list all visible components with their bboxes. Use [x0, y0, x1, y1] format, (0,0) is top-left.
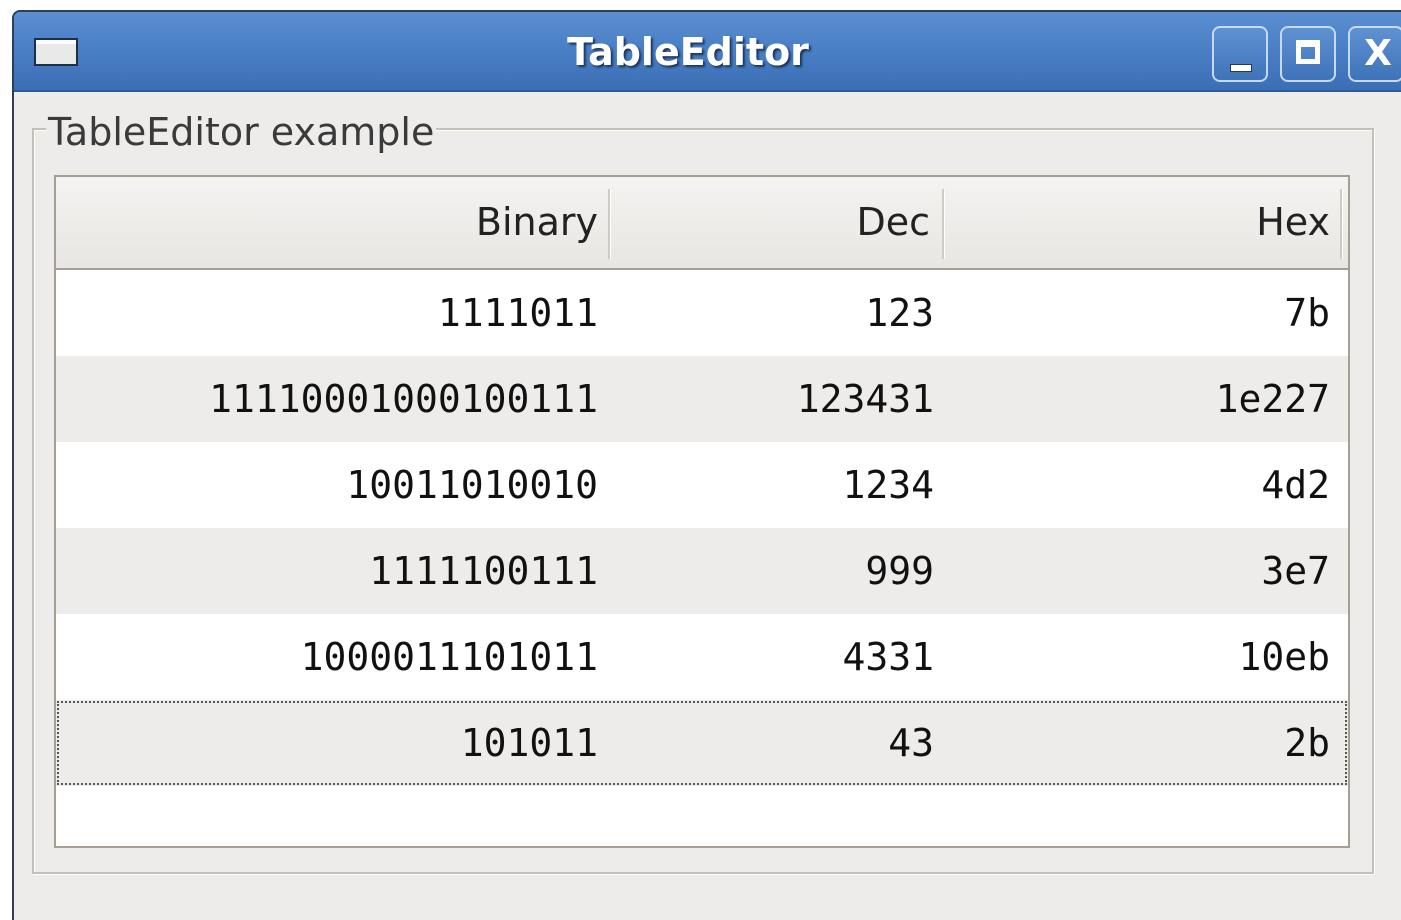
title-bar[interactable]: TableEditor X: [14, 12, 1401, 92]
table-body: 1111011 123 7b 11110001000100111 123431 …: [56, 270, 1348, 786]
data-table[interactable]: Binary Dec Hex 1111011 123 7b 1111000100…: [54, 175, 1350, 848]
cell-binary[interactable]: 1111011: [56, 270, 598, 356]
minimize-button[interactable]: [1212, 26, 1268, 82]
cell-binary[interactable]: 11110001000100111: [56, 356, 598, 442]
cell-hex[interactable]: 2b: [946, 700, 1330, 786]
cell-dec[interactable]: 43: [610, 700, 934, 786]
cell-binary[interactable]: 10011010010: [56, 442, 598, 528]
cell-dec[interactable]: 123: [610, 270, 934, 356]
table-row-current[interactable]: 101011 43 2b: [56, 700, 1348, 786]
cell-hex[interactable]: 1e227: [946, 356, 1330, 442]
group-box-title: TableEditor example: [46, 110, 437, 154]
cell-dec[interactable]: 1234: [610, 442, 934, 528]
cell-dec[interactable]: 123431: [610, 356, 934, 442]
column-header-dec[interactable]: Dec: [616, 177, 930, 268]
cell-binary[interactable]: 1111100111: [56, 528, 598, 614]
table-header: Binary Dec Hex: [56, 177, 1348, 270]
table-row[interactable]: 1000011101011 4331 10eb: [56, 614, 1348, 700]
table-row[interactable]: 1111011 123 7b: [56, 270, 1348, 356]
minimize-icon: [1230, 64, 1252, 72]
maximize-icon: [1296, 40, 1320, 64]
table-row[interactable]: 10011010010 1234 4d2: [56, 442, 1348, 528]
cell-binary[interactable]: 101011: [56, 700, 598, 786]
window-title: TableEditor: [567, 30, 809, 74]
cell-binary[interactable]: 1000011101011: [56, 614, 598, 700]
cell-hex[interactable]: 4d2: [946, 442, 1330, 528]
table-row[interactable]: 11110001000100111 123431 1e227: [56, 356, 1348, 442]
cell-dec[interactable]: 4331: [610, 614, 934, 700]
column-header-hex[interactable]: Hex: [950, 177, 1330, 268]
close-icon: X: [1364, 33, 1392, 74]
table-row[interactable]: 1111100111 999 3e7: [56, 528, 1348, 614]
cell-hex[interactable]: 3e7: [946, 528, 1330, 614]
column-header-binary[interactable]: Binary: [56, 177, 598, 268]
maximize-button[interactable]: [1280, 26, 1336, 82]
column-divider[interactable]: [942, 189, 945, 259]
cell-hex[interactable]: 10eb: [946, 614, 1330, 700]
close-button[interactable]: X: [1348, 26, 1401, 82]
cell-dec[interactable]: 999: [610, 528, 934, 614]
column-divider[interactable]: [608, 189, 611, 259]
column-divider[interactable]: [1340, 189, 1343, 259]
cell-hex[interactable]: 7b: [946, 270, 1330, 356]
